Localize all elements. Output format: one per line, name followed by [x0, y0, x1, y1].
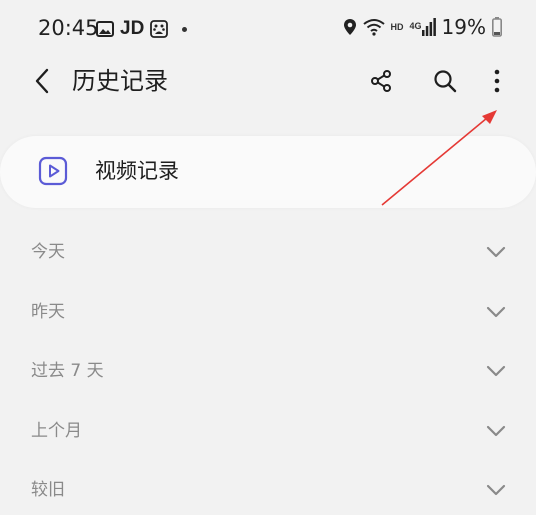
- network-type: 4G: [409, 21, 422, 31]
- section-older[interactable]: 较旧: [0, 460, 536, 515]
- chevron-down-icon: [486, 365, 506, 377]
- search-button[interactable]: [428, 64, 462, 98]
- wifi-icon: [362, 19, 385, 36]
- back-button[interactable]: [26, 64, 58, 98]
- history-sections: 今天 昨天 过去 7 天 上个月 较旧: [0, 222, 536, 515]
- signal-icon: [421, 18, 436, 36]
- section-label: 上个月: [31, 420, 82, 441]
- battery-percent: 19%: [441, 15, 486, 39]
- search-icon: [434, 70, 457, 93]
- section-label: 今天: [31, 242, 65, 262]
- video-record-item[interactable]: 视频记录: [0, 136, 536, 208]
- section-yesterday[interactable]: 昨天: [0, 282, 536, 342]
- section-label: 较旧: [31, 480, 65, 500]
- jd-app-icon: JD: [120, 18, 145, 39]
- status-bar: 20:45 JD HD 4G 19%: [0, 0, 536, 60]
- more-vertical-icon: [494, 69, 500, 93]
- video-record-label: 视频记录: [95, 159, 179, 183]
- page-title: 历史记录: [72, 67, 168, 95]
- share-icon: [371, 70, 391, 92]
- more-options-button[interactable]: [480, 64, 514, 98]
- play-icon: [38, 156, 68, 186]
- status-left-icons: JD: [96, 18, 188, 39]
- share-button[interactable]: [364, 64, 398, 98]
- app-header: 历史记录: [0, 58, 536, 104]
- notification-dot: [182, 26, 188, 32]
- chevron-down-icon: [486, 306, 506, 317]
- baidu-icon: [150, 20, 169, 38]
- hd-indicator: HD: [390, 22, 404, 32]
- location-icon: [343, 19, 356, 35]
- status-right-icons: HD 4G 19%: [343, 15, 502, 39]
- signal-group: 4G: [410, 18, 436, 36]
- section-today[interactable]: 今天: [0, 222, 536, 282]
- chevron-down-icon: [486, 484, 506, 496]
- section-last-month[interactable]: 上个月: [0, 401, 536, 461]
- battery-icon: [492, 17, 502, 37]
- section-label: 过去 7 天: [31, 361, 104, 381]
- chevron-down-icon: [486, 425, 506, 436]
- status-time: 20:45: [38, 16, 99, 40]
- section-label: 昨天: [31, 301, 65, 322]
- chevron-down-icon: [486, 246, 506, 258]
- history-page: 20:45 JD HD 4G 19% 历史记录 视频记录 今天 昨天 过去 7 …: [0, 0, 536, 515]
- chevron-left-icon: [35, 68, 49, 94]
- section-last-7-days[interactable]: 过去 7 天: [0, 341, 536, 401]
- gallery-icon: [96, 21, 114, 37]
